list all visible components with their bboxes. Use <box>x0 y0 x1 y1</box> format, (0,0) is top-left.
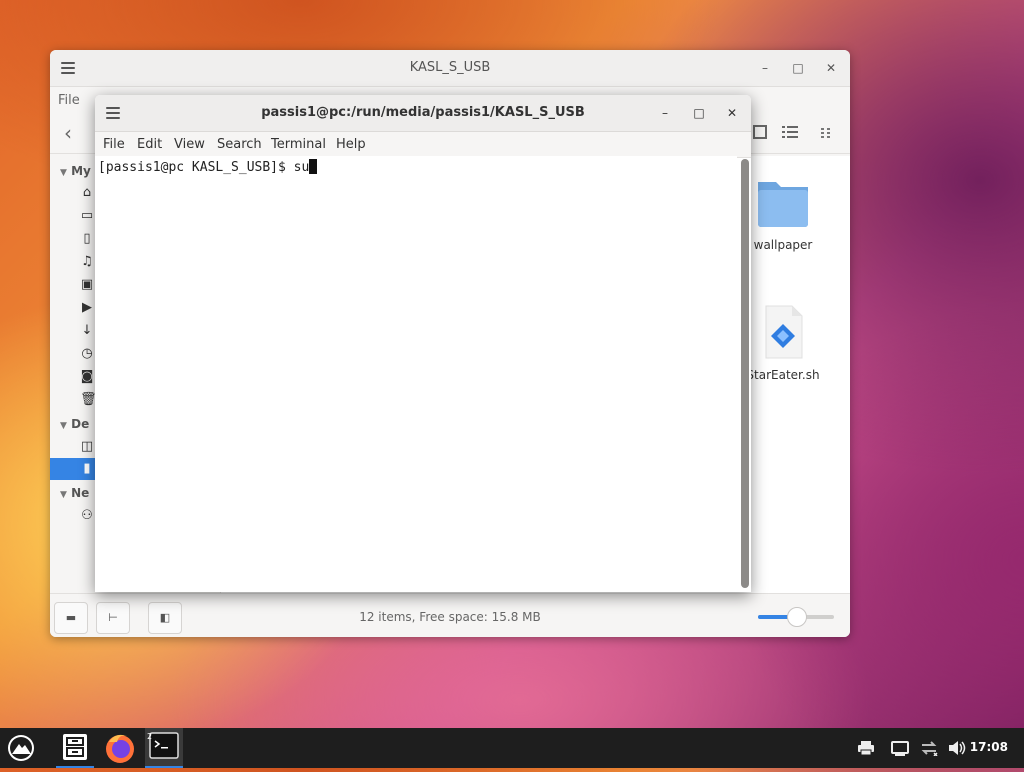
trash-icon[interactable]: 🗑 <box>80 393 97 407</box>
network-icon[interactable] <box>920 740 938 757</box>
fm-menu-file[interactable]: File <box>58 93 80 108</box>
terminal-menubar: File Edit View Search Terminal Help <box>95 132 751 158</box>
terminal-cursor <box>309 159 318 174</box>
network-icon[interactable]: ⚇ <box>80 509 94 523</box>
menu-file[interactable]: File <box>103 137 125 152</box>
folder-icon[interactable]: ▭ <box>80 209 94 223</box>
folder-icon <box>758 182 808 227</box>
terminal-minimize-button[interactable]: – <box>655 103 675 123</box>
recent-icon[interactable]: ◷ <box>80 347 94 361</box>
fm-close-button[interactable]: ✕ <box>821 58 841 78</box>
menu-terminal[interactable]: Terminal <box>271 137 326 152</box>
app-menu-icon[interactable] <box>2 728 40 768</box>
menu-help[interactable]: Help <box>336 137 366 152</box>
fm-window-title: KASL_S_USB <box>409 60 491 75</box>
menu-search[interactable]: Search <box>217 137 262 152</box>
grid-view-icon[interactable] <box>750 120 770 144</box>
file-item[interactable]: wallpaper <box>738 174 828 252</box>
drive-icon[interactable]: ◫ <box>80 440 94 454</box>
music-icon[interactable]: ♫ <box>80 255 94 269</box>
terminal-titlebar[interactable]: passis1@pc:/run/media/passis1/KASL_S_USB… <box>95 95 751 132</box>
fm-maximize-button[interactable]: □ <box>788 58 808 78</box>
terminal-maximize-button[interactable]: □ <box>689 103 709 123</box>
sidebar-section-my-computer[interactable]: ▼ My <box>60 164 91 178</box>
sidebar-section-devices[interactable]: ▼ De <box>60 417 89 431</box>
taskbar: 2 17:08 <box>0 728 1024 768</box>
document-icon[interactable]: ▯ <box>80 232 94 246</box>
terminal-icon[interactable]: 2 <box>145 728 183 768</box>
file-name: StarEater.sh <box>746 368 820 382</box>
zoom-slider-knob[interactable] <box>787 607 807 627</box>
list-view-icon[interactable] <box>780 120 800 144</box>
script-icon <box>765 305 803 359</box>
menu-view[interactable]: View <box>174 137 205 152</box>
printer-icon[interactable] <box>857 740 875 756</box>
videos-icon[interactable]: ▶ <box>80 301 94 315</box>
compact-view-icon[interactable] <box>818 120 838 144</box>
firefox-icon[interactable] <box>101 728 139 768</box>
sidebar-section-network[interactable]: ▼ Ne <box>60 486 89 500</box>
zoom-slider[interactable] <box>758 607 834 627</box>
pictures-icon[interactable]: ▣ <box>80 278 94 292</box>
fm-minimize-button[interactable]: – <box>755 58 775 78</box>
terminal-scrollbar[interactable] <box>741 159 749 588</box>
menu-edit[interactable]: Edit <box>137 137 162 152</box>
terminal-prompt: [passis1@pc KASL_S_USB]$ <box>98 160 294 175</box>
fm-statusbar: ▬ ⊢ ◧ 12 items, Free space: 15.8 MB <box>50 593 850 637</box>
home-icon[interactable]: ⌂ <box>80 186 94 200</box>
terminal-window-title: passis1@pc:/run/media/passis1/KASL_S_USB <box>261 105 585 120</box>
back-icon[interactable]: ‹ <box>64 121 72 145</box>
display-icon[interactable] <box>891 740 909 756</box>
file-item[interactable]: StarEater.sh <box>738 304 828 382</box>
download-icon[interactable]: ↓ <box>80 324 94 338</box>
fm-titlebar[interactable]: KASL_S_USB – □ ✕ <box>50 50 850 87</box>
usb-drive-icon[interactable]: ▮ <box>80 462 94 476</box>
status-text: 12 items, Free space: 15.8 MB <box>359 610 541 624</box>
terminal-window: passis1@pc:/run/media/passis1/KASL_S_USB… <box>95 95 751 592</box>
terminal-close-button[interactable]: ✕ <box>722 103 742 123</box>
terminal-output[interactable]: [passis1@pc KASL_S_USB]$ su <box>95 156 737 592</box>
terminal-command: su <box>293 160 310 175</box>
filesystem-icon[interactable]: ◙ <box>80 370 94 384</box>
clock[interactable]: 17:08 <box>970 740 1008 754</box>
file-manager-icon[interactable] <box>56 728 94 768</box>
file-name: wallpaper <box>753 238 813 252</box>
volume-icon[interactable] <box>948 740 966 756</box>
svg-text:2: 2 <box>147 732 152 741</box>
